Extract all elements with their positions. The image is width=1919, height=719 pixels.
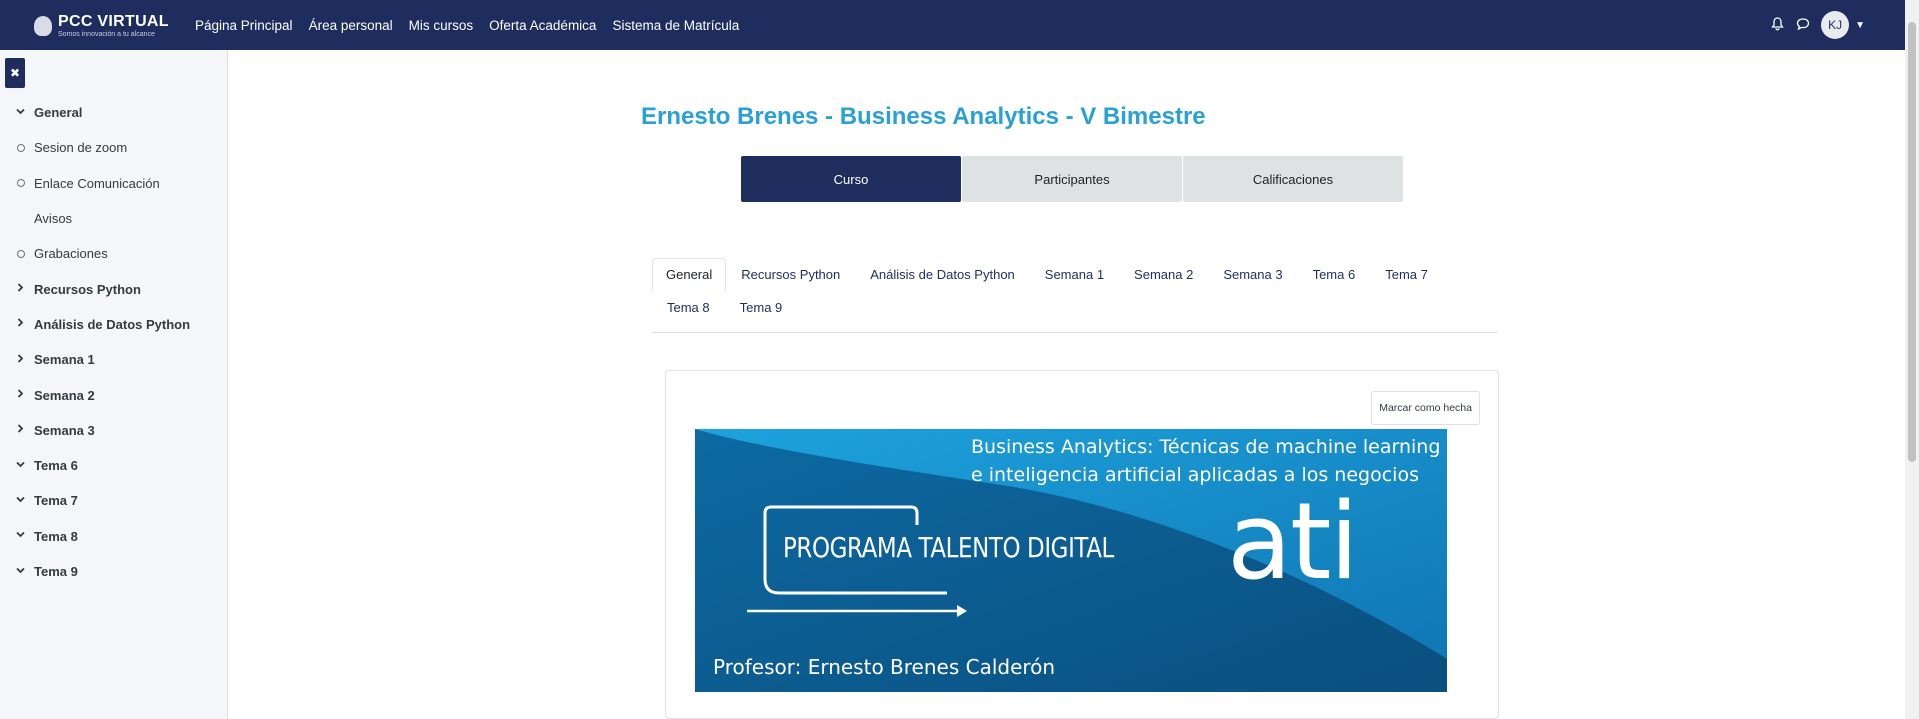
sidebar-item-12[interactable]: Tema 8 [0,519,228,554]
chevron-right-icon[interactable] [16,389,34,401]
section-tab-1-6[interactable]: Tema 6 [1298,258,1371,291]
section-tab-1-5[interactable]: Semana 3 [1208,258,1297,291]
chat-icon[interactable] [1795,17,1811,34]
completion-circle-icon [17,179,25,188]
section-tab-1-3[interactable]: Semana 1 [1030,258,1119,291]
nav-my-courses[interactable]: Mis cursos [409,18,474,33]
section-tab-2-0[interactable]: Tema 8 [652,291,725,324]
section-tab-1-1[interactable]: Recursos Python [726,258,855,291]
sidebar-item-8[interactable]: Semana 2 [0,377,228,412]
logo-title: PCC VIRTUAL [58,13,169,30]
page-scrollbar[interactable] [1905,0,1919,719]
banner-program: PROGRAMA TALENTO DIGITAL [783,531,1114,564]
chevron-right-icon[interactable] [16,318,34,330]
scrollbar-thumb[interactable] [1908,22,1916,462]
close-drawer-button[interactable]: ✖ [5,58,25,88]
chevron-right-icon[interactable] [16,283,34,295]
bell-icon[interactable] [1769,16,1785,34]
tab-grades[interactable]: Calificaciones [1183,156,1403,202]
sidebar-item-6[interactable]: Análisis de Datos Python [0,307,228,342]
chevron-down-icon[interactable] [16,566,34,578]
section-tab-1-7[interactable]: Tema 7 [1370,258,1443,291]
nav-enrollment-system[interactable]: Sistema de Matrícula [612,18,739,33]
logo-mark-icon [34,16,52,36]
sidebar-item-5[interactable]: Recursos Python [0,271,228,306]
sidebar-item-label: Avisos [34,211,73,227]
sidebar-item-label: Análisis de Datos Python [34,316,191,332]
course-index-drawer: ✖ General Sesion de zoom Enlace Comunicaci… [0,50,228,719]
sidebar-item-7[interactable]: Semana 1 [0,342,228,377]
section-tab-1-2[interactable]: Análisis de Datos Python [855,258,1030,291]
ati-logo: ati [1227,480,1359,603]
sidebar-item-label: Semana 2 [34,387,95,403]
sidebar-item-label: General [34,105,83,121]
site-logo[interactable]: PCC VIRTUAL Somos innovación a tu alcanc… [34,14,169,38]
sidebar-item-0[interactable]: General [0,95,228,130]
section-tab-1-4[interactable]: Semana 2 [1119,258,1208,291]
sidebar-item-label: Enlace Comunicación [34,175,160,191]
completion-circle-icon [17,249,25,258]
tab-participants[interactable]: Participantes [962,156,1182,202]
course-banner-image: Business Analytics: Técnicas de machine … [695,429,1447,692]
chevron-down-icon[interactable] [16,460,34,472]
chevron-down-icon[interactable]: ▼ [1855,20,1865,31]
sidebar-item-label: Tema 9 [34,564,78,579]
sidebar-item-label: Recursos Python [34,281,141,297]
banner-title: Business Analytics: Técnicas de machine … [971,436,1441,486]
section-tab-2-1[interactable]: Tema 9 [725,291,798,324]
banner-professor: Profesor: Ernesto Brenes Calderón [713,655,1056,679]
sidebar-item-label: Semana 1 [34,352,95,368]
course-index: General Sesion de zoom Enlace Comunicación… [0,95,228,589]
chevron-down-icon[interactable] [16,107,34,119]
sidebar-item-label: Semana 3 [34,422,95,438]
avatar[interactable]: KJ [1821,11,1850,39]
chevron-down-icon[interactable] [16,530,34,542]
activity-card: Marcar como hecha Business Analytics: Té… [665,370,1499,719]
primary-nav: Página Principal Área personal Mis curso… [195,0,755,50]
sidebar-item-label: Grabaciones [34,246,108,262]
main-content: Ernesto Brenes - Business Analytics - V … [229,50,1905,719]
chevron-down-icon[interactable] [16,495,34,507]
sidebar-item-label: Sesion de zoom [34,140,128,156]
section-tabs: General Recursos Python Análisis de Datos … [652,258,1498,333]
tab-course[interactable]: Curso [741,156,961,202]
chevron-right-icon[interactable] [16,354,34,366]
sidebar-item-2[interactable]: Enlace Comunicación [0,166,228,201]
page-title: Ernesto Brenes - Business Analytics - V … [641,103,1206,130]
sidebar-item-label: Tema 6 [34,458,78,474]
chevron-right-icon[interactable] [16,424,34,436]
sidebar-item-4[interactable]: Grabaciones [0,236,228,271]
nav-academic-offer[interactable]: Oferta Académica [489,18,596,33]
mark-as-done-button[interactable]: Marcar como hecha [1371,391,1480,425]
top-navbar: PCC VIRTUAL Somos innovación a tu alcanc… [0,0,1905,50]
sidebar-item-13[interactable]: Tema 9 [0,554,228,589]
sidebar-item-1[interactable]: Sesion de zoom [0,130,228,165]
logo-subtitle: Somos innovación a tu alcance [58,31,155,38]
nav-personal-area[interactable]: Área personal [309,18,393,33]
sidebar-item-10[interactable]: Tema 6 [0,448,228,483]
section-tab-1-0[interactable]: General [652,258,727,291]
sidebar-item-3[interactable]: Avisos [0,201,228,236]
sidebar-item-9[interactable]: Semana 3 [0,413,228,448]
secondary-navigation: Curso Participantes Calificaciones [741,156,1404,202]
sidebar-item-label: Tema 7 [34,493,78,509]
completion-circle-icon [17,143,25,152]
sidebar-item-11[interactable]: Tema 7 [0,483,228,518]
nav-home[interactable]: Página Principal [195,18,293,33]
sidebar-item-label: Tema 8 [34,528,78,544]
